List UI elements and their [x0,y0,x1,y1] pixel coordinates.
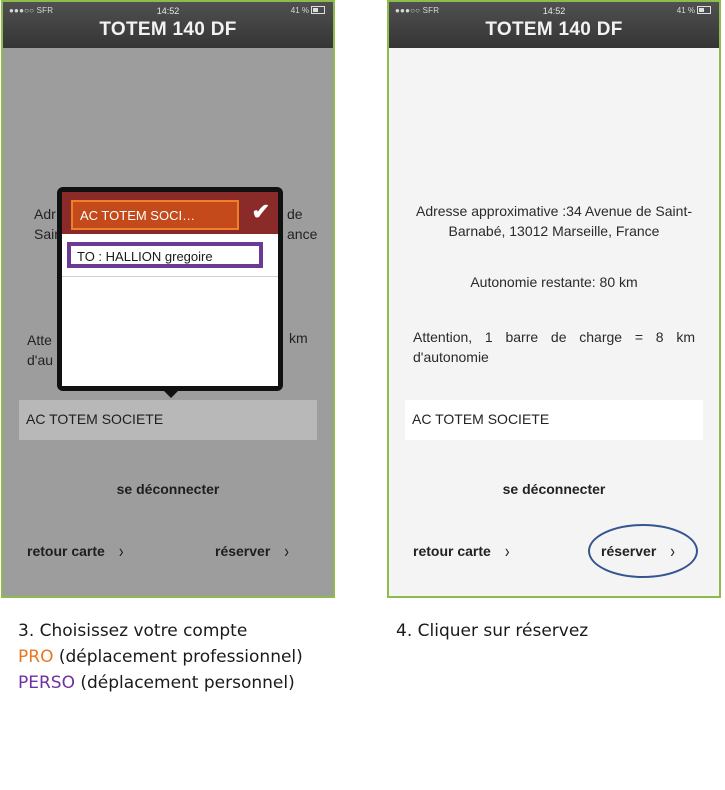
caption-step4: 4. Cliquer sur réservez [396,621,589,641]
back-to-map-label: retour carte [413,543,491,559]
pro-description: (déplacement professionnel) [53,647,303,667]
screenshot-step4: ●●●○○ SFR 14:52 41 % TOTEM 140 DF Adress… [387,0,721,598]
popover-arrow [161,388,181,398]
back-to-map-button[interactable]: retour carte › [413,540,510,562]
checkmark-icon[interactable]: ✔ [252,199,270,225]
logout-button[interactable]: se déconnecter [3,481,333,497]
battery-level: 41 % [676,6,695,15]
account-option-perso[interactable]: TO : HALLION gregoire [67,242,263,268]
reserve-button[interactable]: réserver › [215,540,289,562]
battery-level: 41 % [290,6,309,15]
nav-title: TOTEM 140 DF [99,19,237,40]
clock: 14:52 [156,6,180,16]
reserve-label: réserver [215,543,271,559]
selected-account-pro[interactable]: AC TOTEM SOCI… [71,200,239,230]
caption-step3-perso: PERSO (déplacement personnel) [18,670,303,696]
address-fragment-right: de ance [287,204,317,244]
battery-indicator: 41 % [291,6,325,15]
chevron-right-icon: › [504,540,510,562]
pro-keyword: PRO [18,647,54,667]
caption-step3-pro: PRO (déplacement professionnel) [18,644,303,670]
approximate-address: Adresse approximative :34 Avenue de Sain… [415,203,693,239]
status-bar: ●●●○○ SFR 14:52 41 % TOTEM 140 DF [389,2,719,48]
caption-step3: 3. Choisissez votre compte PRO (déplacem… [18,618,303,696]
clock: 14:52 [542,6,566,16]
warning-fragment-left: Atte d'au [27,330,53,370]
perso-keyword: PERSO [18,673,75,693]
account-field[interactable]: AC TOTEM SOCIETE [19,400,317,440]
battery-icon [697,6,711,14]
charge-warning: Attention, 1 barre de charge = 8 km d'au… [413,329,695,365]
chevron-right-icon: › [118,540,124,562]
list-divider [62,276,278,277]
screenshot-step3: ●●●○○ SFR 14:52 41 % TOTEM 140 DF Adr Sa… [1,0,335,598]
warning-fragment-left-line1: Atte [27,332,52,348]
caption-step3-line1: 3. Choisissez votre compte [18,621,248,641]
battery-indicator: 41 % [677,6,711,15]
account-field[interactable]: AC TOTEM SOCIETE [405,400,703,440]
highlight-ellipse [588,524,698,578]
warning-fragment-left-line2: d'au [27,352,54,368]
account-picker-popover: AC TOTEM SOCI… ✔ TO : HALLION gregoire [57,187,283,398]
nav-title: TOTEM 140 DF [485,19,623,40]
chevron-right-icon: › [284,540,289,562]
logout-button[interactable]: se déconnecter [389,481,719,497]
back-to-map-label: retour carte [27,543,105,559]
remaining-autonomy: Autonomie restante: 80 km [470,274,638,290]
popover-header: AC TOTEM SOCI… ✔ [62,192,278,234]
address-fragment-right-line1: de [287,206,303,222]
back-to-map-button[interactable]: retour carte › [27,540,124,562]
warning-fragment-right: km [289,330,308,346]
perso-description: (déplacement personnel) [74,673,295,693]
account-option-list: TO : HALLION gregoire [62,234,278,386]
address-fragment-right-line2: ance [287,226,318,242]
status-bar: ●●●○○ SFR 14:52 41 % TOTEM 140 DF [3,2,333,48]
battery-icon [311,6,325,14]
